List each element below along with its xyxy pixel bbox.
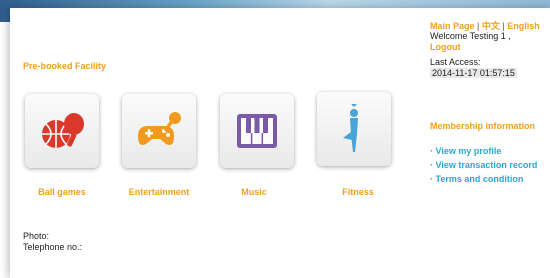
facility-tile-ball-games[interactable]	[25, 94, 99, 168]
membership-title: Membership information	[430, 121, 536, 131]
facility-tile-fitness[interactable]	[317, 92, 391, 166]
facility-label-ball-games[interactable]: Ball games	[17, 187, 107, 197]
game-controller-microphone-icon	[138, 112, 181, 145]
logout-link[interactable]: Logout	[430, 42, 461, 52]
ball-games-icon	[42, 113, 84, 148]
welcome-text: Welcome Testing 1 ,	[430, 31, 511, 41]
view-profile-label[interactable]: View my profile	[436, 146, 502, 156]
view-profile-link[interactable]: · View my profile	[430, 146, 501, 156]
photo-label: Photo:	[23, 231, 50, 241]
facility-label-entertainment[interactable]: Entertainment	[114, 187, 204, 197]
telephone-label: Telephone no.:	[23, 242, 83, 252]
main-page-link[interactable]: Main Page	[430, 21, 475, 31]
facility-label-music[interactable]: Music	[209, 187, 299, 197]
facility-label-fitness[interactable]: Fitness	[313, 187, 403, 197]
main-panel: Pre-booked Facility Ball games Entertain…	[10, 8, 550, 278]
terms-label[interactable]: Terms and condition	[436, 174, 524, 184]
piano-keys-icon	[237, 114, 277, 148]
section-title: Pre-booked Facility	[23, 61, 107, 71]
yoga-figure-icon	[343, 104, 358, 152]
facility-tile-music[interactable]	[220, 94, 294, 168]
facility-tile-entertainment[interactable]	[122, 94, 196, 168]
view-transaction-label[interactable]: View transaction record	[436, 160, 538, 170]
english-link[interactable]: English	[507, 21, 540, 31]
last-access-time: 2014-11-17 01:57:15	[430, 68, 517, 78]
last-access-label: Last Access:	[430, 57, 481, 67]
view-transaction-link[interactable]: · View transaction record	[430, 160, 537, 170]
chinese-link[interactable]: 中文	[482, 21, 500, 31]
separator: |	[474, 21, 482, 31]
terms-link[interactable]: · Terms and condition	[430, 174, 523, 184]
